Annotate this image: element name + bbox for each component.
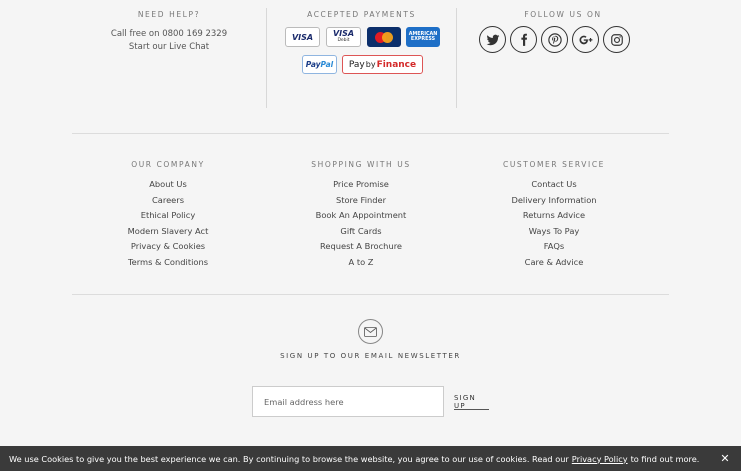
- newsletter-email-input[interactable]: [252, 386, 444, 417]
- instagram-icon[interactable]: [603, 26, 630, 53]
- about-us-link[interactable]: About Us: [72, 177, 264, 193]
- pinterest-icon[interactable]: [541, 26, 568, 53]
- twitter-icon[interactable]: [479, 26, 506, 53]
- footer-top: NEED HELP? Call free on 0800 169 2329 St…: [72, 0, 669, 108]
- facebook-icon[interactable]: [510, 26, 537, 53]
- store-finder-link[interactable]: Store Finder: [265, 193, 457, 209]
- our-company-column: OUR COMPANY About Us Careers Ethical Pol…: [72, 160, 264, 270]
- sign-up-button[interactable]: SIGN UP: [454, 394, 489, 410]
- modern-slavery-act-link[interactable]: Modern Slavery Act: [72, 224, 264, 240]
- finance-logos-row: Pay Pal Pay by Finance: [267, 55, 456, 74]
- cookie-banner: We use Cookies to give you the best expe…: [0, 446, 741, 471]
- delivery-information-link[interactable]: Delivery Information: [458, 193, 650, 209]
- contact-us-link[interactable]: Contact Us: [458, 177, 650, 193]
- mastercard-yellow-circle: [382, 31, 393, 43]
- google-plus-icon[interactable]: [572, 26, 599, 53]
- request-brochure-link[interactable]: Request A Brochure: [265, 239, 457, 255]
- care-advice-link[interactable]: Care & Advice: [458, 255, 650, 271]
- card-logos-row: VISA VISA Debit AMERICAN EXPRESS: [267, 27, 456, 47]
- visa-debit-label: VISA: [332, 29, 355, 38]
- envelope-icon: [358, 319, 383, 344]
- gift-cards-link[interactable]: Gift Cards: [265, 224, 457, 240]
- our-company-heading: OUR COMPANY: [131, 160, 205, 169]
- visa-logo: VISA: [285, 27, 320, 47]
- pbf-pay: Pay: [348, 59, 365, 70]
- live-chat-line[interactable]: Start our Live Chat: [72, 41, 266, 53]
- phone-line[interactable]: Call free on 0800 169 2329: [72, 28, 266, 40]
- ethical-policy-link[interactable]: Ethical Policy: [72, 208, 264, 224]
- a-to-z-link[interactable]: A to Z: [265, 255, 457, 271]
- need-help-section: NEED HELP? Call free on 0800 169 2329 St…: [72, 10, 266, 53]
- pay-by-finance-logo: Pay by Finance: [342, 55, 423, 74]
- follow-heading: FOLLOW US ON: [524, 10, 602, 19]
- ways-to-pay-link[interactable]: Ways To Pay: [458, 224, 650, 240]
- paypal-logo: Pay Pal: [302, 55, 337, 74]
- pbf-by: by: [365, 60, 376, 69]
- visa-debit-logo: VISA Debit: [326, 27, 361, 47]
- cookie-text: We use Cookies to give you the best expe…: [9, 453, 569, 464]
- phone-link[interactable]: Call free on 0800 169 2329: [111, 29, 227, 39]
- paypal-part2: Pal: [320, 60, 334, 69]
- pbf-finance: Finance: [376, 59, 417, 70]
- paypal-part1: Pay: [305, 60, 321, 69]
- live-chat-link[interactable]: Start our Live Chat: [129, 42, 209, 52]
- accepted-payments-section: ACCEPTED PAYMENTS VISA VISA Debit AMERIC…: [267, 10, 456, 74]
- shopping-heading: SHOPPING WITH US: [311, 160, 411, 169]
- customer-service-column: CUSTOMER SERVICE Contact Us Delivery Inf…: [458, 160, 650, 270]
- amex-logo: AMERICAN EXPRESS: [406, 27, 440, 47]
- mastercard-logo: [367, 27, 401, 47]
- amex-line2: EXPRESS: [410, 37, 436, 42]
- terms-conditions-link[interactable]: Terms & Conditions: [72, 255, 264, 271]
- privacy-cookies-link[interactable]: Privacy & Cookies: [72, 239, 264, 255]
- payments-heading: ACCEPTED PAYMENTS: [307, 10, 416, 19]
- social-icons-row: [457, 26, 669, 54]
- follow-us-section: FOLLOW US ON: [457, 10, 669, 54]
- faqs-link[interactable]: FAQs: [458, 239, 650, 255]
- newsletter-heading: SIGN UP TO OUR EMAIL NEWSLETTER: [280, 352, 461, 360]
- visa-debit-sub: Debit: [337, 38, 350, 43]
- price-promise-link[interactable]: Price Promise: [265, 177, 457, 193]
- divider: [72, 133, 669, 134]
- close-icon[interactable]: ✕: [718, 451, 732, 465]
- divider: [72, 294, 669, 295]
- returns-advice-link[interactable]: Returns Advice: [458, 208, 650, 224]
- book-appointment-link[interactable]: Book An Appointment: [265, 208, 457, 224]
- customer-service-heading: CUSTOMER SERVICE: [503, 160, 605, 169]
- need-help-heading: NEED HELP?: [137, 10, 201, 19]
- cookie-text-after: to find out more.: [630, 453, 700, 464]
- shopping-with-us-column: SHOPPING WITH US Price Promise Store Fin…: [265, 160, 457, 270]
- careers-link[interactable]: Careers: [72, 193, 264, 209]
- privacy-policy-link[interactable]: Privacy Policy: [572, 454, 628, 464]
